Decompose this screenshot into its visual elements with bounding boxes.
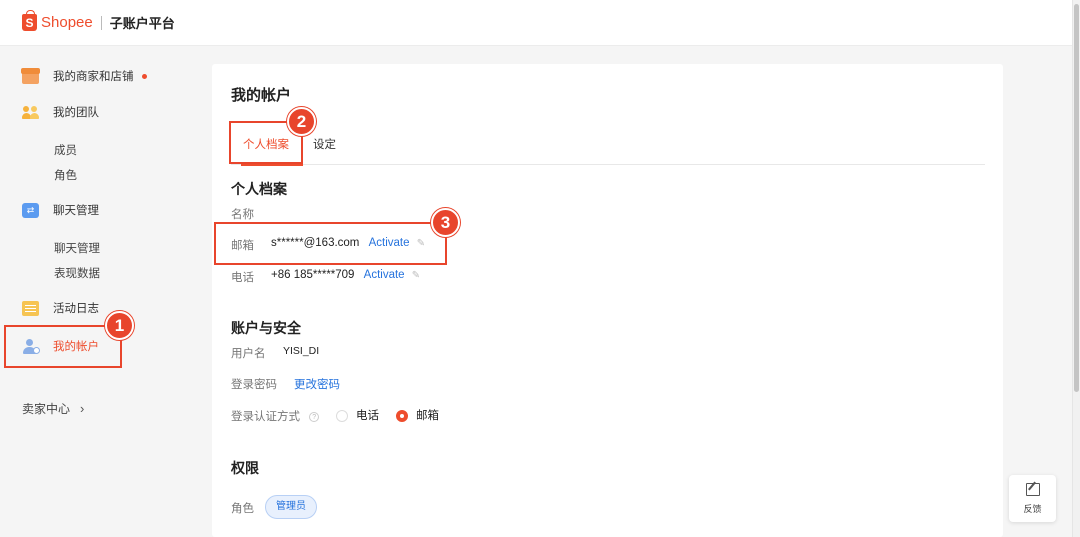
log-icon: [22, 300, 39, 316]
username-value: YISI_DI: [283, 345, 320, 357]
auth-option-label: 电话: [356, 410, 379, 422]
platform-title: 子账户平台: [109, 16, 175, 31]
sidebar-item-members[interactable]: 成员: [54, 142, 77, 158]
radio-email[interactable]: [396, 409, 408, 422]
password-label: 登录密码: [231, 379, 277, 391]
role-tag: 管理员: [265, 495, 317, 519]
profile-section-title: 个人档案: [231, 181, 287, 197]
scrollbar-thumb[interactable]: [1074, 4, 1079, 392]
annotation-box-1: [4, 325, 122, 368]
sidebar-item-roles[interactable]: 角色: [54, 167, 77, 183]
sidebar-item-chat-management[interactable]: ⇄ 聊天管理: [22, 202, 99, 218]
help-icon[interactable]: ?: [309, 411, 320, 422]
team-icon: [22, 105, 39, 120]
auth-method-text: 登录认证方式: [231, 411, 300, 423]
header-divider: [100, 15, 102, 30]
notification-dot: [141, 73, 147, 79]
permissions-section-title: 权限: [231, 460, 259, 476]
auth-option-email[interactable]: 邮箱: [396, 407, 439, 423]
sidebar-item-label: 聊天管理: [53, 205, 99, 217]
annotation-box-3: [214, 222, 447, 265]
seller-center-label: 卖家中心: [22, 402, 71, 416]
seller-center-link[interactable]: 卖家中心 ›: [22, 400, 84, 417]
tab-settings[interactable]: 设定: [313, 136, 336, 152]
edit-icon[interactable]: ✎: [412, 270, 420, 281]
shop-icon: [21, 67, 40, 84]
phone-value: +86 185*****709 Activate ✎: [271, 269, 420, 281]
sidebar-item-label: 活动日志: [53, 303, 99, 315]
shopee-logo-icon[interactable]: S: [22, 10, 37, 31]
feedback-button[interactable]: 反馈: [1009, 475, 1056, 522]
feedback-label: 反馈: [1023, 503, 1042, 514]
shopee-logo-text[interactable]: Shopee: [41, 14, 93, 31]
auth-option-phone[interactable]: 电话: [336, 407, 379, 423]
annotation-badge-2: 2: [287, 107, 316, 136]
feedback-icon: [1025, 482, 1040, 496]
phone-label: 电话: [231, 272, 254, 284]
sidebar: 我的商家和店铺 我的团队 成员 角色 ⇄ 聊天管理 聊天管理 表现数据 活动日志…: [0, 46, 200, 537]
sidebar-item-team[interactable]: 我的团队: [22, 104, 99, 120]
chat-icon: ⇄: [22, 202, 39, 218]
annotation-badge-3: 3: [431, 208, 460, 237]
annotation-badge-1: 1: [105, 311, 134, 340]
phone-activate-link[interactable]: Activate: [364, 269, 405, 281]
phone-text: +86 185*****709: [271, 269, 355, 281]
vertical-scrollbar[interactable]: [1072, 0, 1080, 537]
chevron-right-icon: ›: [80, 401, 85, 416]
radio-phone[interactable]: [336, 409, 348, 422]
name-label: 名称: [231, 209, 254, 221]
sidebar-item-activity-log[interactable]: 活动日志: [22, 300, 99, 316]
account-card: 我的帐户 个人档案 设定 个人档案 名称 邮箱 s******@163.com …: [212, 64, 1003, 537]
tab-bar: 个人档案 设定: [231, 130, 985, 166]
sidebar-item-merchants-shops[interactable]: 我的商家和店铺: [21, 67, 147, 84]
sidebar-item-chat-management-sub[interactable]: 聊天管理: [54, 240, 100, 256]
username-label: 用户名: [231, 348, 266, 360]
sidebar-item-performance[interactable]: 表现数据: [54, 265, 100, 281]
security-section-title: 账户与安全: [231, 320, 301, 336]
page-title: 我的帐户: [231, 87, 292, 104]
auth-method-label: 登录认证方式 ?: [231, 408, 320, 424]
role-label: 角色: [231, 503, 254, 515]
auth-option-label: 邮箱: [416, 410, 439, 422]
top-header: S Shopee 子账户平台: [0, 0, 1072, 46]
change-password-link[interactable]: 更改密码: [294, 376, 340, 392]
sidebar-item-label: 我的商家和店铺: [53, 71, 134, 83]
sidebar-item-label: 我的团队: [53, 107, 99, 119]
